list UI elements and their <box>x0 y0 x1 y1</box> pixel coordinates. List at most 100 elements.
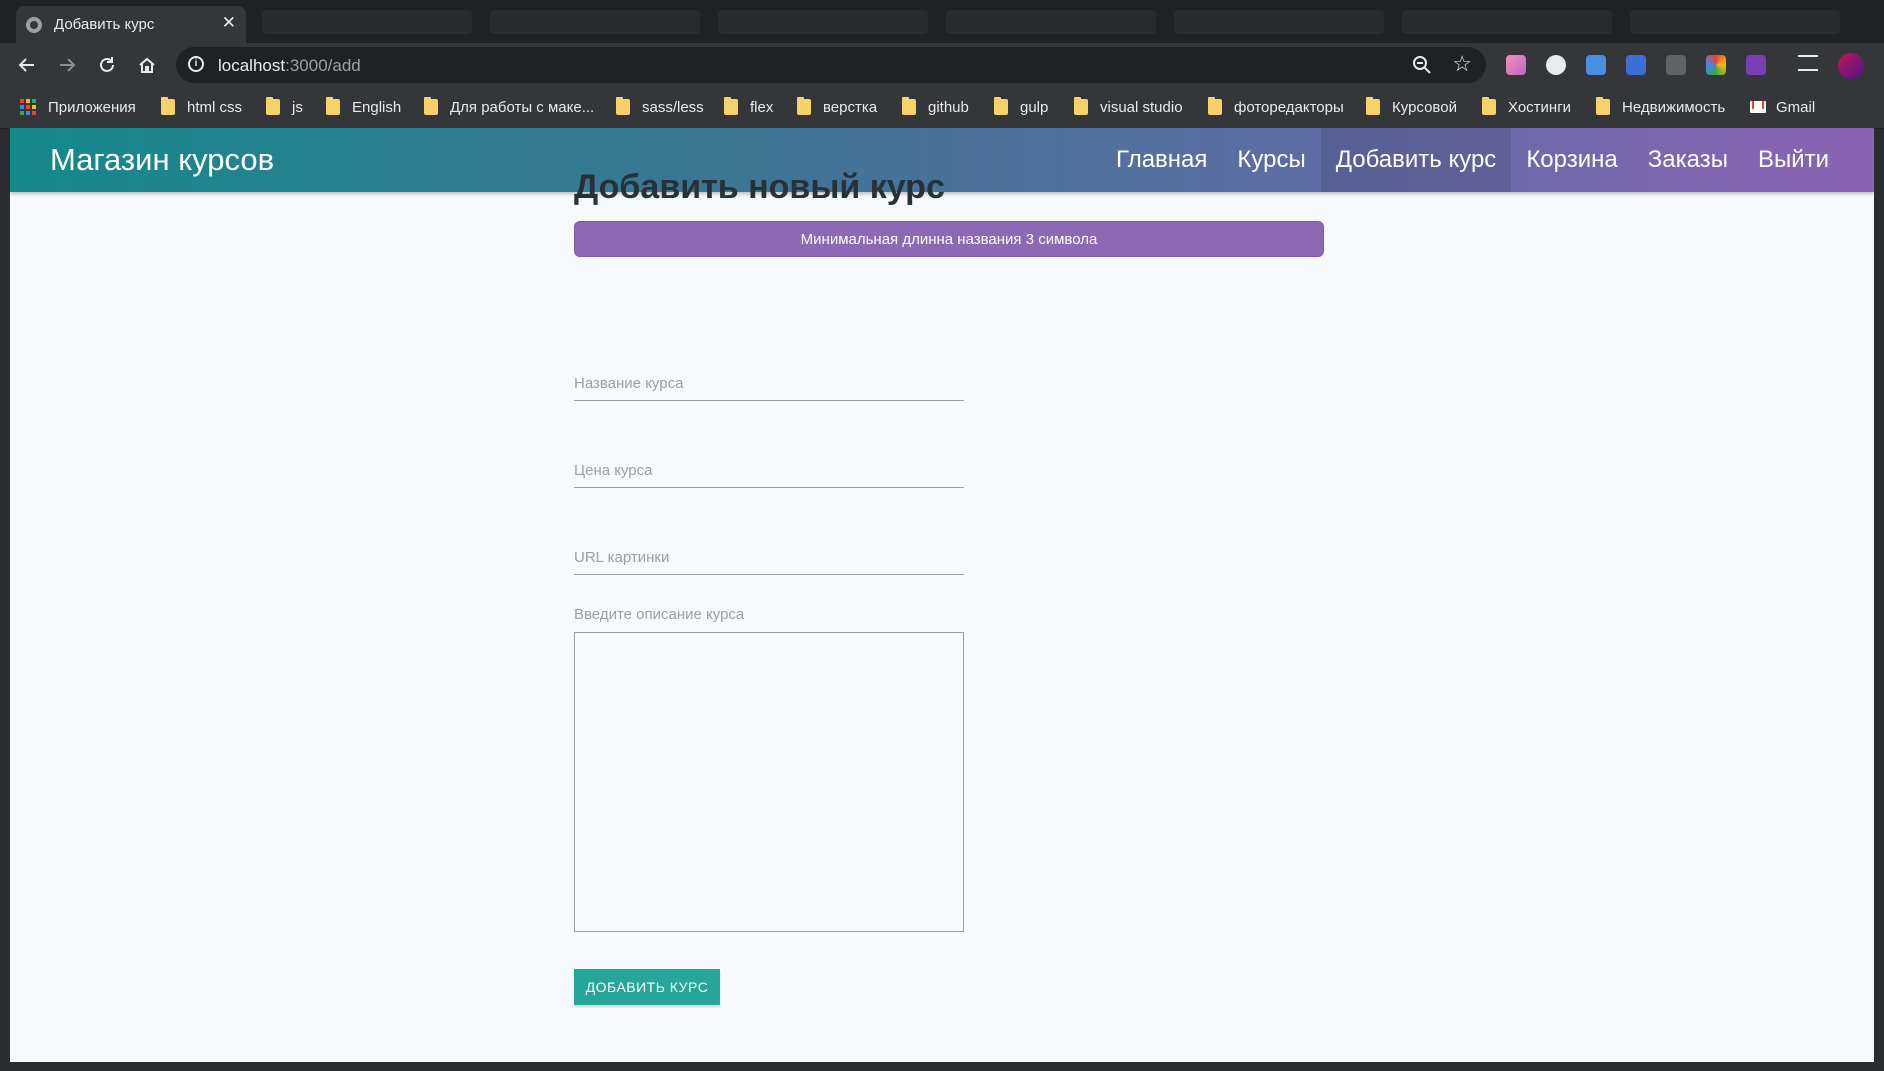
bookmark-folder[interactable]: visual studio <box>1074 96 1183 118</box>
bookmark-folder[interactable]: Хостинги <box>1482 96 1571 118</box>
extension-icon[interactable] <box>1506 55 1526 75</box>
folder-icon <box>1482 97 1496 115</box>
blurred-tab[interactable] <box>718 10 928 34</box>
bookmark-folder[interactable]: sass/less <box>616 96 704 118</box>
blurred-tab[interactable] <box>946 10 1156 34</box>
globe-icon <box>26 17 42 33</box>
bookmark-label: visual studio <box>1100 98 1183 116</box>
gmail-icon <box>1750 101 1766 113</box>
folder-icon <box>724 97 738 115</box>
bookmark-label: github <box>928 98 969 116</box>
bookmark-label: Для работы с маке... <box>450 98 595 116</box>
bookmark-folder[interactable]: js <box>266 96 303 118</box>
course-image-url-input[interactable] <box>574 541 964 575</box>
add-course-form: Добавить новый курс Минимальная длинна н… <box>574 168 1324 1005</box>
bookmark-folder[interactable]: Для работы с маке... <box>424 96 594 118</box>
browser-tab[interactable]: Добавить курс ✕ <box>16 6 246 43</box>
bookmark-star-icon[interactable]: ☆ <box>1452 53 1472 75</box>
blurred-tab[interactable] <box>262 10 472 34</box>
bookmark-folder[interactable]: Курсовой <box>1366 96 1457 118</box>
address-bar[interactable]: i localhost:3000/add ☆ <box>176 47 1486 83</box>
folder-icon <box>1074 97 1088 115</box>
bookmark-label: Хостинги <box>1508 98 1572 116</box>
bookmark-folder[interactable]: English <box>326 96 401 118</box>
page-content: Магазин курсов Главная Курсы Добавить ку… <box>10 128 1874 1062</box>
course-price-field <box>574 454 964 488</box>
bookmark-label: sass/less <box>642 98 704 116</box>
nav-link-add-course[interactable]: Добавить курс <box>1320 128 1512 192</box>
bookmark-label: Недвижимость <box>1622 98 1726 116</box>
folder-icon <box>994 97 1008 115</box>
bookmark-label: flex <box>750 98 774 116</box>
extension-icon[interactable] <box>1666 55 1686 75</box>
extension-icon[interactable] <box>1706 55 1726 75</box>
folder-icon <box>902 97 916 115</box>
bookmark-label: js <box>292 98 303 116</box>
bookmark-label: English <box>352 98 402 116</box>
folder-icon <box>266 97 280 115</box>
brand-logo[interactable]: Магазин курсов <box>50 142 274 178</box>
bookmark-folder[interactable]: gulp <box>994 96 1048 118</box>
url-path: :3000/add <box>285 56 361 75</box>
avatar[interactable] <box>1838 53 1864 79</box>
bookmark-folder[interactable]: фоторедакторы <box>1208 96 1344 118</box>
folder-icon <box>797 97 811 115</box>
folder-icon <box>161 97 175 115</box>
chat-extension-icon[interactable] <box>1546 55 1566 75</box>
course-price-input[interactable] <box>574 454 964 488</box>
course-title-input[interactable] <box>574 367 964 401</box>
bookmark-label: Курсовой <box>1392 98 1457 116</box>
url-text[interactable]: localhost:3000/add <box>218 56 361 76</box>
nav-link-orders[interactable]: Заказы <box>1633 128 1743 192</box>
folder-icon <box>424 97 438 115</box>
back-arrow-icon[interactable] <box>13 51 41 79</box>
bookmark-folder[interactable]: flex <box>724 96 773 118</box>
bookmark-apps[interactable]: Приложения <box>20 96 136 118</box>
bookmark-folder[interactable]: верстка <box>797 96 877 118</box>
url-host: localhost <box>218 56 286 75</box>
browser-tabstrip: Добавить курс ✕ <box>0 0 1884 43</box>
blurred-tab[interactable] <box>490 10 700 34</box>
bookmark-label: верстка <box>823 98 878 116</box>
reload-icon[interactable] <box>93 51 121 79</box>
nav-link-logout[interactable]: Выйти <box>1743 128 1844 192</box>
colorpicker-extension-icon[interactable] <box>1626 55 1646 75</box>
course-title-field <box>574 367 964 401</box>
bookmark-gmail[interactable]: Gmail <box>1750 96 1815 118</box>
validation-alert: Минимальная длинна названия 3 символа <box>574 221 1324 257</box>
folder-icon <box>326 97 340 115</box>
blurred-tab[interactable] <box>1630 10 1840 34</box>
bookmark-folder[interactable]: github <box>902 96 969 118</box>
blurred-tab[interactable] <box>1402 10 1612 34</box>
info-icon[interactable]: i <box>188 56 204 72</box>
course-image-field <box>574 541 964 575</box>
bookmark-label: Gmail <box>1776 98 1816 116</box>
bookmark-folder[interactable]: html css <box>161 96 242 118</box>
zoom-out-icon[interactable] <box>1412 55 1432 75</box>
folder-icon <box>1366 97 1380 115</box>
window-frame <box>0 1062 1884 1071</box>
translate-extension-icon[interactable] <box>1586 55 1606 75</box>
bookmark-folder[interactable]: Недвижимость <box>1596 96 1725 118</box>
bookmark-label: фоторедакторы <box>1234 98 1344 116</box>
folder-icon <box>1208 97 1222 115</box>
home-icon[interactable] <box>133 51 161 79</box>
close-icon[interactable]: ✕ <box>222 14 236 31</box>
description-label: Введите описание курса <box>574 606 745 623</box>
apps-icon <box>20 99 36 115</box>
bookmark-label: html css <box>187 98 243 116</box>
folder-icon <box>616 97 630 115</box>
media-queue-icon[interactable] <box>1798 55 1818 71</box>
add-course-button[interactable]: ДОБАВИТЬ КУРС <box>574 969 720 1005</box>
page-title: Добавить новый курс <box>574 168 945 206</box>
forward-arrow-icon[interactable] <box>53 51 81 79</box>
blurred-tab[interactable] <box>1174 10 1384 34</box>
bookmarks-bar: Приложения html css js English Для работ… <box>0 87 1884 129</box>
folder-icon <box>1596 97 1610 115</box>
bookmark-label: Приложения <box>48 98 136 116</box>
bookmark-label: gulp <box>1020 98 1049 116</box>
description-textarea[interactable] <box>574 632 964 932</box>
nav-link-cart[interactable]: Корзина <box>1511 128 1632 192</box>
tab-title: Добавить курс <box>54 16 155 33</box>
extension-icon[interactable] <box>1746 55 1766 75</box>
